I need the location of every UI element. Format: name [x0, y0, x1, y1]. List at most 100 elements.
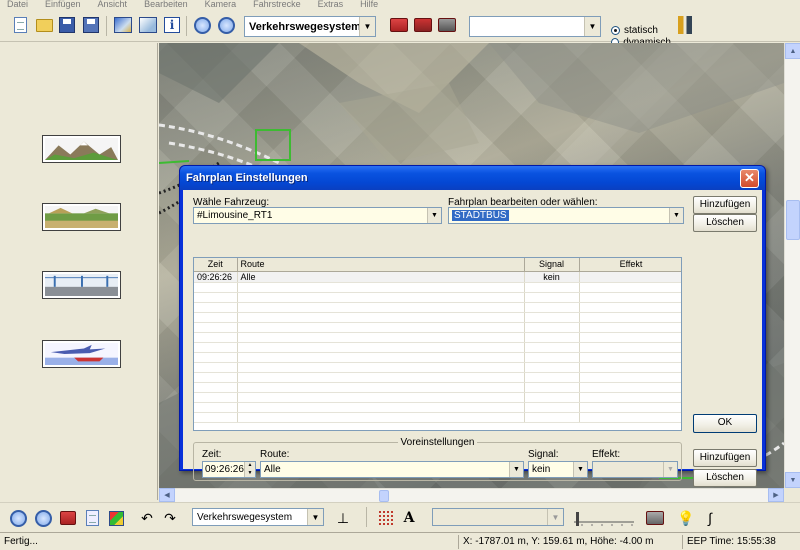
preset-route-combo[interactable]: Alle ▼: [260, 461, 524, 478]
table-row-empty[interactable]: [194, 312, 681, 323]
menu-kamera[interactable]: Kamera: [205, 0, 237, 9]
zoom-in-icon[interactable]: [33, 508, 53, 528]
height-slider[interactable]: [572, 509, 636, 529]
spin-up-icon[interactable]: ▲: [244, 462, 255, 470]
vehicle-combo[interactable]: #Limousine_RT1 ▼: [193, 207, 442, 224]
scroll-left-icon[interactable]: ◀: [159, 488, 175, 502]
chevron-down-icon[interactable]: ▼: [307, 509, 323, 525]
info-icon[interactable]: i: [162, 15, 182, 35]
menu-hilfe[interactable]: Hilfe: [360, 0, 378, 9]
remove-vehicle-icon[interactable]: [413, 15, 433, 35]
preset-signal-combo[interactable]: kein ▼: [528, 461, 588, 478]
table-row-empty[interactable]: [194, 322, 681, 333]
horizontal-scrollbar[interactable]: ◀ ▶: [159, 488, 784, 502]
ok-button[interactable]: OK: [693, 414, 757, 433]
table-row-empty[interactable]: [194, 342, 681, 353]
table-row[interactable]: 09:26:26 Alle kein: [194, 271, 681, 283]
column-header-effekt[interactable]: Effekt: [579, 258, 681, 272]
table-row-empty[interactable]: [194, 282, 681, 293]
track-system-combo[interactable]: Verkehrswegesystem ▼: [244, 16, 376, 37]
new-document-icon[interactable]: [10, 15, 30, 35]
chevron-down-icon[interactable]: ▼: [427, 208, 441, 223]
screenshot-icon[interactable]: [645, 508, 665, 528]
tools-icon[interactable]: [675, 15, 695, 35]
scroll-down-icon[interactable]: ▼: [785, 472, 800, 488]
menu-fahrstrecke[interactable]: Fahrstrecke: [253, 0, 301, 9]
delete-entry-button[interactable]: Löschen: [693, 469, 757, 487]
status-coordinates: X: -1787.01 m, Y: 159.61 m, Höhe: -4.00 …: [458, 535, 682, 549]
zoom-out-icon[interactable]: [8, 508, 28, 528]
table-row-empty[interactable]: [194, 332, 681, 343]
menu-ansicht[interactable]: Ansicht: [98, 0, 128, 9]
menu-extras[interactable]: Extras: [318, 0, 344, 9]
column-header-signal[interactable]: Signal: [524, 258, 580, 272]
preset-signal-label: Signal:: [528, 449, 559, 460]
help-pointer-icon[interactable]: [138, 15, 158, 35]
table-row-empty[interactable]: [194, 392, 681, 403]
chevron-down-icon[interactable]: ▼: [509, 462, 523, 477]
text-label-icon[interactable]: A: [399, 508, 419, 528]
table-row-empty[interactable]: [194, 412, 681, 423]
vehicle-icon[interactable]: [58, 508, 78, 528]
edit-icon[interactable]: [82, 508, 102, 528]
table-row-empty[interactable]: [194, 402, 681, 413]
save-icon[interactable]: [57, 15, 77, 35]
table-row-empty[interactable]: [194, 302, 681, 313]
schedule-combo[interactable]: STADTBUS ▼: [448, 207, 684, 224]
track-split-icon[interactable]: ⊥: [333, 508, 353, 528]
lightbulb-icon[interactable]: 💡: [676, 508, 696, 528]
object-combo[interactable]: ▼: [432, 508, 564, 526]
vertical-scroll-thumb[interactable]: [786, 200, 800, 240]
table-row-empty[interactable]: [194, 372, 681, 383]
column-header-route[interactable]: Route: [237, 258, 525, 272]
spin-down-icon[interactable]: ▼: [244, 469, 255, 477]
object-cube-icon[interactable]: [106, 508, 126, 528]
delete-schedule-button[interactable]: Löschen: [693, 214, 757, 232]
table-row-empty[interactable]: [194, 362, 681, 373]
table-row-empty[interactable]: [194, 292, 681, 303]
bottom-track-system-combo[interactable]: Verkehrswegesystem ▼: [192, 508, 324, 526]
preset-effect-combo[interactable]: ▼: [592, 461, 678, 478]
vertical-scrollbar[interactable]: ▲ ▼: [784, 43, 800, 488]
cell-signal: kein: [524, 271, 580, 283]
add-schedule-button[interactable]: Hinzufügen: [693, 196, 757, 214]
landscape-mode-button[interactable]: [42, 203, 121, 231]
grid-icon[interactable]: [376, 508, 396, 528]
mode-static-radio[interactable]: statisch: [611, 24, 671, 36]
zoom-in-icon[interactable]: [192, 15, 212, 35]
menu-datei[interactable]: Datei: [7, 0, 28, 9]
close-icon[interactable]: ✕: [740, 168, 759, 188]
search-combo[interactable]: ▼: [469, 16, 601, 37]
air-water-mode-button[interactable]: [42, 340, 121, 368]
locomotive-icon[interactable]: [389, 15, 409, 35]
undo-icon[interactable]: ↶: [137, 508, 157, 528]
dialog-title-bar[interactable]: Fahrplan Einstellungen ✕: [180, 166, 765, 190]
chevron-down-icon[interactable]: ▼: [669, 208, 683, 223]
terrain-mode-button[interactable]: [42, 135, 121, 163]
vehicle-settings-icon[interactable]: [437, 15, 457, 35]
column-header-zeit[interactable]: Zeit: [194, 258, 238, 272]
chevron-down-icon[interactable]: ▼: [547, 509, 563, 525]
schedule-table[interactable]: Zeit Route Signal Effekt 09:26:26 Alle k…: [193, 257, 682, 431]
chevron-down-icon[interactable]: ▼: [573, 462, 587, 477]
chevron-down-icon[interactable]: ▼: [584, 17, 600, 36]
chevron-down-icon[interactable]: ▼: [663, 462, 677, 477]
menu-bearbeiten[interactable]: Bearbeiten: [144, 0, 188, 9]
redo-icon[interactable]: ↷: [160, 508, 180, 528]
add-entry-button[interactable]: Hinzufügen: [693, 449, 757, 467]
menu-einfuegen[interactable]: Einfügen: [45, 0, 81, 9]
chevron-down-icon[interactable]: ▼: [359, 17, 375, 36]
horizontal-scroll-thumb[interactable]: [379, 490, 389, 502]
open-folder-icon[interactable]: [34, 15, 54, 35]
table-row-empty[interactable]: [194, 382, 681, 393]
scroll-up-icon[interactable]: ▲: [785, 43, 800, 59]
save-as-icon[interactable]: [81, 15, 101, 35]
preset-time-spinner[interactable]: 09:26:26 ▲ ▼: [202, 461, 256, 478]
zoom-out-icon[interactable]: [216, 15, 236, 35]
table-row-empty[interactable]: [194, 352, 681, 363]
picture-icon[interactable]: [113, 15, 133, 35]
track-mode-button[interactable]: [42, 271, 121, 299]
schedule-value[interactable]: STADTBUS: [452, 210, 509, 221]
curve-icon[interactable]: ∫: [700, 508, 720, 528]
scroll-right-icon[interactable]: ▶: [768, 488, 784, 502]
